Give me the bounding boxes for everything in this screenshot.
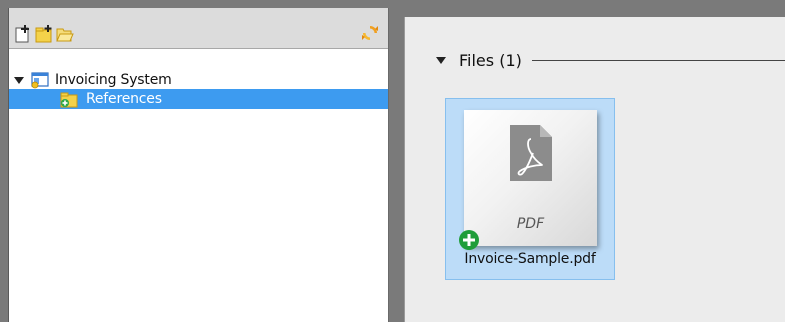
add-badge-icon xyxy=(459,230,479,250)
group-divider xyxy=(531,59,785,61)
project-icon xyxy=(31,72,49,89)
folder-add-icon xyxy=(60,92,78,108)
pdf-file-icon xyxy=(510,125,552,181)
expand-arrow-icon[interactable] xyxy=(13,74,25,86)
tree-item-label: Invoicing System xyxy=(55,72,172,88)
project-tree: Invoicing System References xyxy=(9,49,388,322)
file-thumbnail: PDF xyxy=(464,110,597,246)
files-group-label: Files (1) xyxy=(459,50,522,70)
tree-item-label: References xyxy=(86,91,162,107)
tree-item-invoicing-system[interactable]: Invoicing System xyxy=(9,70,388,90)
file-name: Invoice-Sample.pdf xyxy=(464,251,596,267)
app-window: Invoicing System References Files (1) PD… xyxy=(0,0,785,322)
new-document-icon[interactable] xyxy=(14,25,32,43)
open-folder-icon[interactable] xyxy=(56,25,74,43)
files-group-header[interactable]: Files (1) xyxy=(435,45,785,75)
content-pane: Files (1) PDF Invoice-Sample.pdf xyxy=(404,17,785,322)
file-tile[interactable]: PDF Invoice-Sample.pdf xyxy=(445,98,615,280)
tree-item-references[interactable]: References xyxy=(9,89,388,109)
collapse-arrow-icon[interactable] xyxy=(435,54,447,66)
refresh-icon[interactable] xyxy=(361,24,379,42)
new-folder-icon[interactable] xyxy=(35,25,53,43)
navigation-pane: Invoicing System References xyxy=(8,8,389,322)
navigation-toolbar xyxy=(9,8,388,49)
file-type-label: PDF xyxy=(516,216,545,232)
